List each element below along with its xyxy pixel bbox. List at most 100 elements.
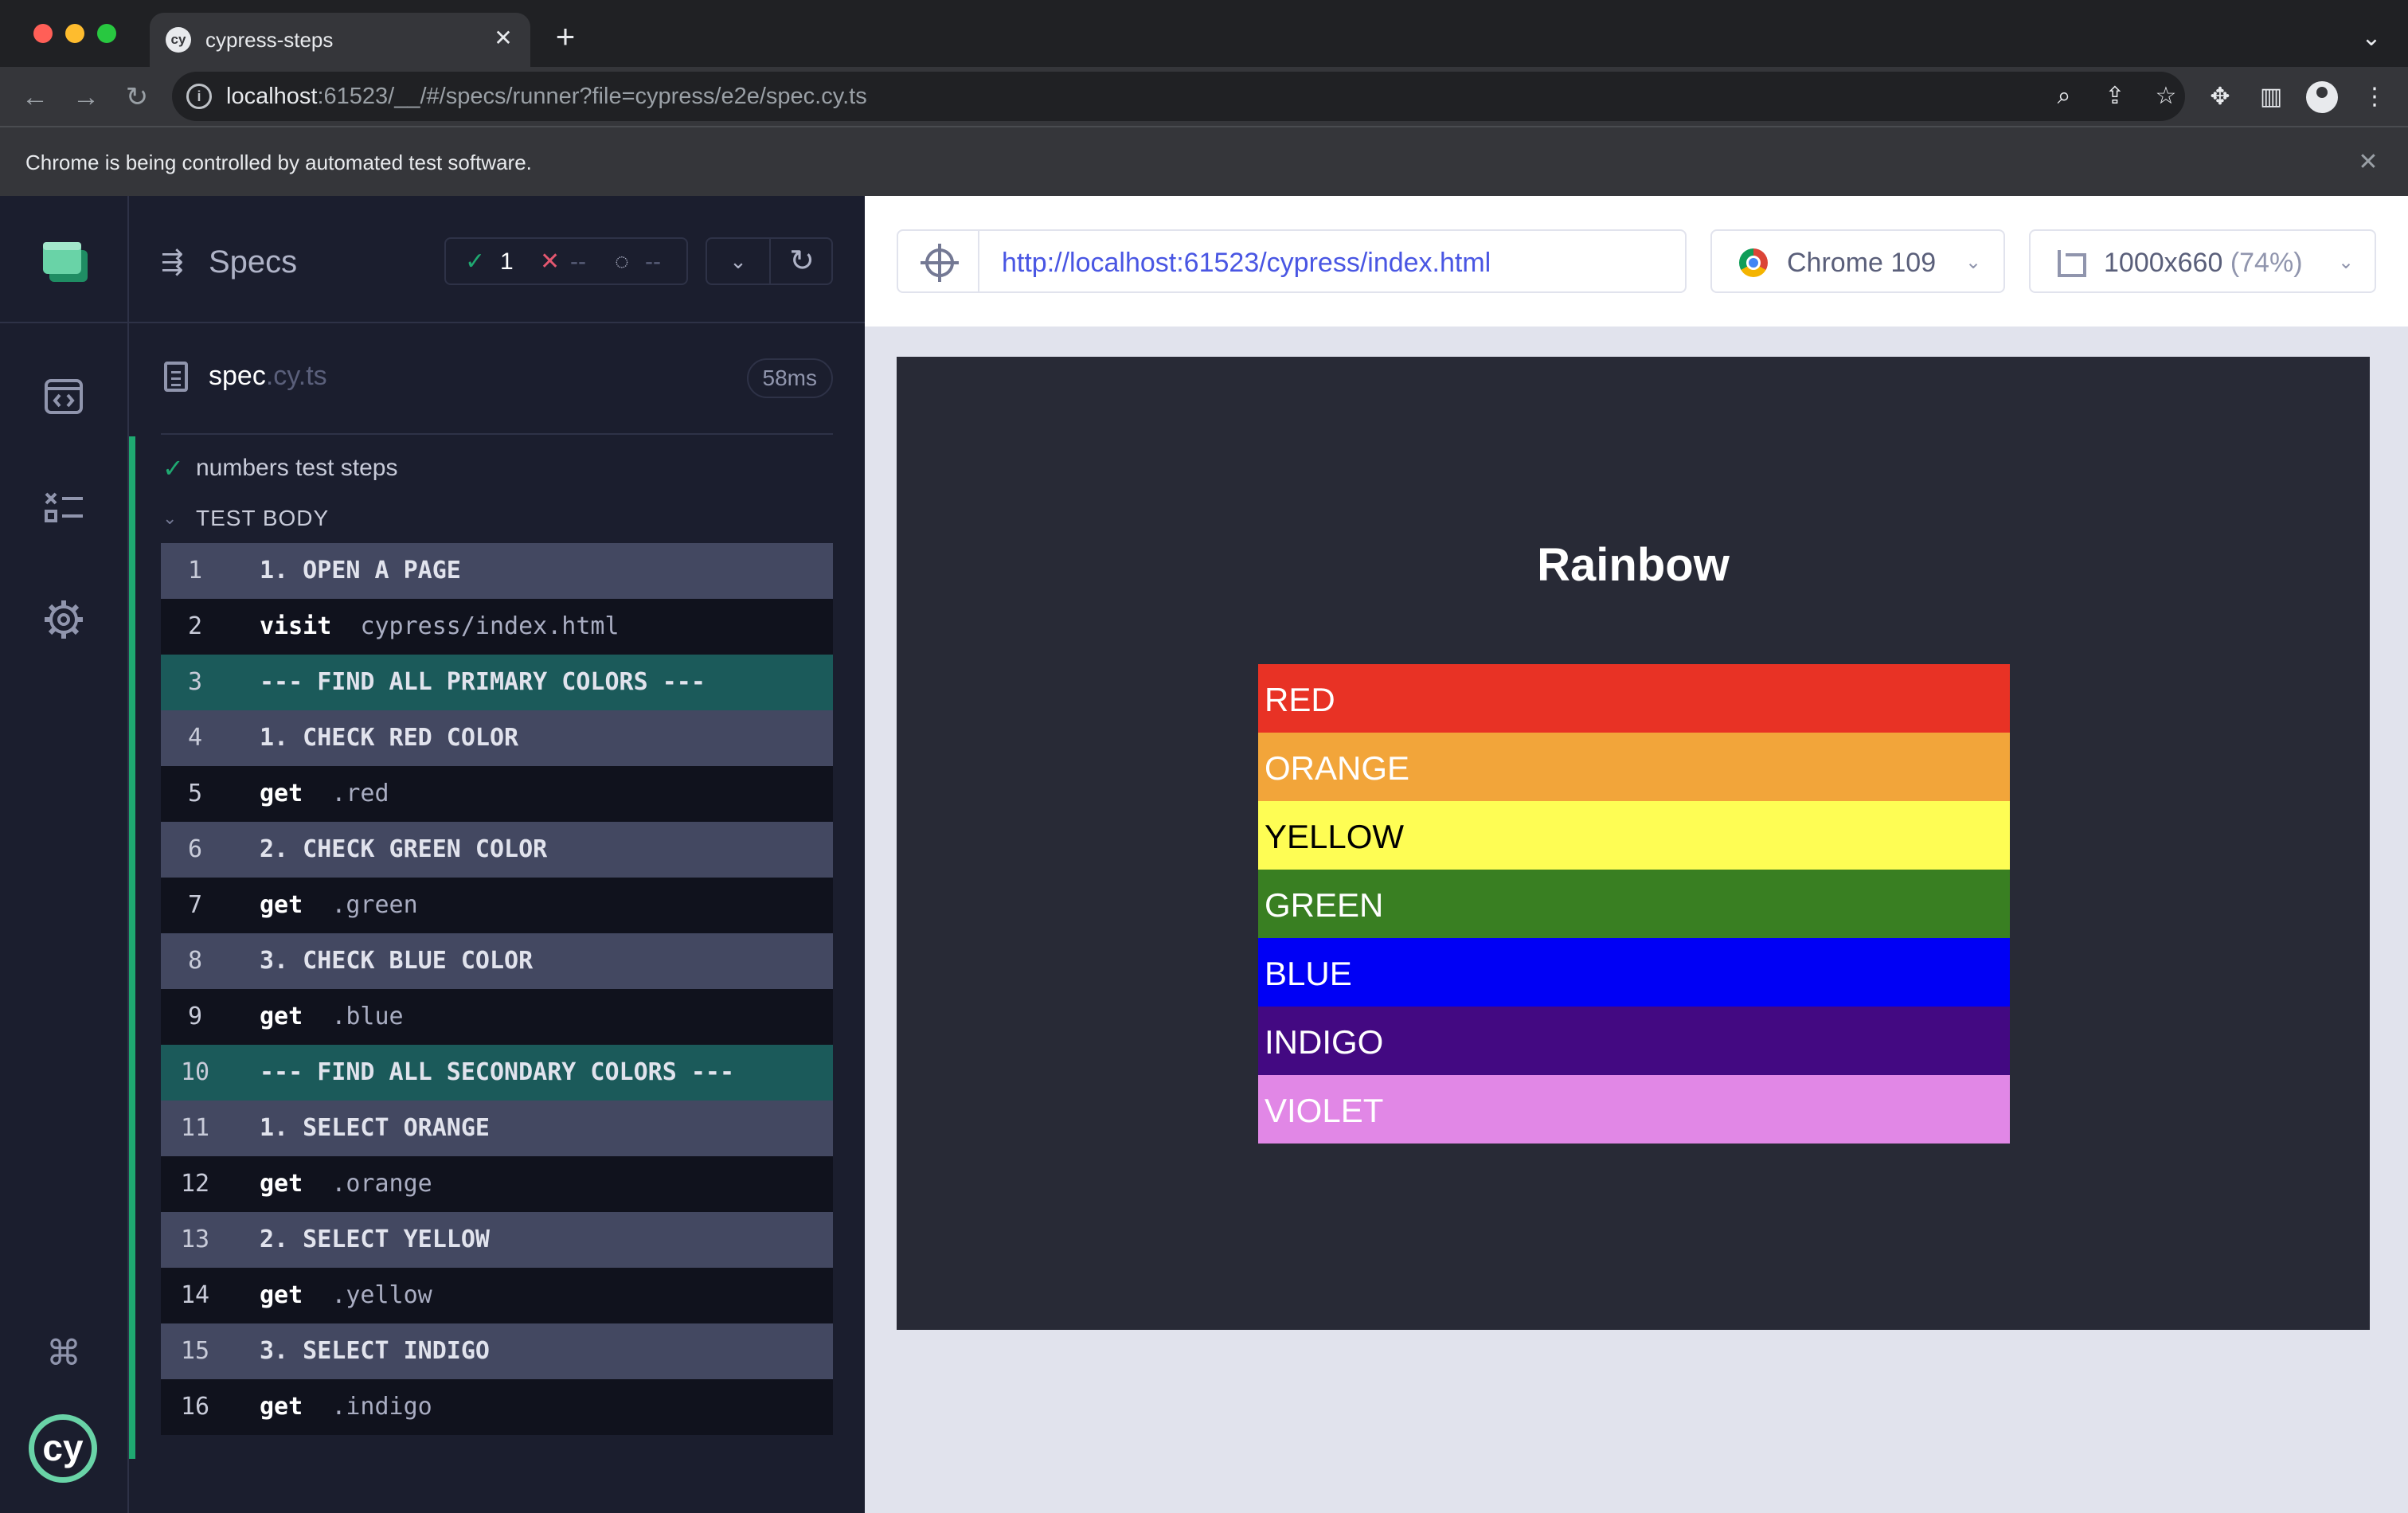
collapse-chevron-icon[interactable]: ⌄ xyxy=(162,506,177,530)
browser-label: Chrome 109 xyxy=(1787,248,1937,278)
step-label: 1. OPEN A PAGE xyxy=(260,557,461,584)
browser-selector[interactable]: Chrome 109 ⌄ xyxy=(1710,229,2005,293)
command-number: 11 xyxy=(180,1114,210,1142)
command-number: 1 xyxy=(187,557,203,584)
cypress-logo-icon[interactable]: cy xyxy=(29,1414,97,1483)
command-message: get .blue xyxy=(260,989,404,1045)
command-row[interactable]: 2 visit cypress/index.html xyxy=(161,599,833,655)
zoom-icon[interactable]: ⌕ xyxy=(2050,82,2078,111)
command-number: 12 xyxy=(180,1170,210,1198)
window-close-button[interactable] xyxy=(33,24,53,43)
command-row[interactable]: 9 get .blue xyxy=(161,989,833,1045)
step-group-row[interactable]: 3 --- FIND ALL PRIMARY COLORS --- xyxy=(161,655,833,710)
rainbow-band-indigo: INDIGO xyxy=(1258,1007,2010,1075)
bookmark-star-icon[interactable]: ☆ xyxy=(2152,82,2180,111)
reporter-controls: ⌄ ↻ xyxy=(706,237,833,285)
page-title: Rainbow xyxy=(1537,539,1730,591)
command-row[interactable]: 5 get .red xyxy=(161,766,833,822)
restart-icon[interactable]: ↻ xyxy=(782,244,822,279)
step-row[interactable]: 15 3. SELECT INDIGO xyxy=(161,1323,833,1379)
command-name: get xyxy=(260,1170,303,1198)
command-message: get .orange xyxy=(260,1156,432,1212)
test-title[interactable]: numbers test steps xyxy=(196,454,397,483)
command-row[interactable]: 7 get .green xyxy=(161,878,833,933)
command-number: 2 xyxy=(187,612,203,640)
address-url[interactable]: localhost:61523/__/#/specs/runner?file=c… xyxy=(226,83,867,110)
command-name: get xyxy=(260,1003,303,1030)
command-arg: .green xyxy=(331,891,418,919)
address-bar[interactable]: i localhost:61523/__/#/specs/runner?file… xyxy=(172,72,2185,121)
command-number: 8 xyxy=(187,947,203,975)
command-row[interactable]: 12 get .orange xyxy=(161,1156,833,1212)
browser-tab-strip: cy cypress-steps ✕ + ⌄ xyxy=(0,0,2408,67)
forward-arrow-icon[interactable]: → xyxy=(68,80,104,115)
command-row[interactable]: 16 get .indigo xyxy=(161,1379,833,1435)
tab-favicon-icon: cy xyxy=(166,27,191,53)
band-label: YELLOW xyxy=(1265,818,1405,855)
step-row[interactable]: 13 2. SELECT YELLOW xyxy=(161,1212,833,1268)
passed-count: 1 xyxy=(500,248,514,275)
extensions-puzzle-icon[interactable]: ✥ xyxy=(2203,80,2238,115)
spec-file-name[interactable]: spec.cy.ts xyxy=(209,360,327,392)
site-info-icon[interactable]: i xyxy=(186,84,212,109)
new-tab-button[interactable]: + xyxy=(549,20,581,53)
step-row[interactable]: 8 3. CHECK BLUE COLOR xyxy=(161,933,833,989)
window-zoom-button[interactable] xyxy=(97,24,116,43)
document-icon xyxy=(164,362,188,392)
specs-code-icon[interactable] xyxy=(40,373,88,420)
test-passed-check-icon: ✓ xyxy=(162,454,184,483)
browser-tab[interactable]: cy cypress-steps ✕ xyxy=(150,13,530,67)
reload-icon[interactable]: ↻ xyxy=(119,80,154,115)
project-icon[interactable] xyxy=(0,196,127,323)
band-label: GREEN xyxy=(1265,886,1384,924)
pending-count: -- xyxy=(645,248,661,275)
test-body-label[interactable]: TEST BODY xyxy=(196,505,329,532)
chevron-down-icon[interactable]: ⌄ xyxy=(718,244,758,279)
spec-file-header: spec.cy.ts 58ms xyxy=(161,323,833,435)
tab-search-chevron-icon[interactable]: ⌄ xyxy=(2355,22,2387,54)
step-row[interactable]: 1 1. OPEN A PAGE xyxy=(161,543,833,599)
specs-title[interactable]: Specs xyxy=(209,244,297,280)
reporter-header: ⇶ Specs ✓ 1 ✕ -- ◌ -- ⌄ ↻ xyxy=(129,196,865,323)
controls-divider xyxy=(769,239,771,283)
failed-count: -- xyxy=(570,248,586,275)
aut-url[interactable]: http://localhost:61523/cypress/index.htm… xyxy=(1002,247,1491,279)
command-number: 14 xyxy=(180,1281,210,1309)
step-group-row[interactable]: 10 --- FIND ALL SECONDARY COLORS --- xyxy=(161,1045,833,1101)
rainbow-band-orange: ORANGE xyxy=(1258,733,2010,801)
crosshair-icon xyxy=(921,244,959,282)
viewport-label: 1000x660 (74%) xyxy=(2104,248,2303,278)
aut-url-field[interactable]: http://localhost:61523/cypress/index.htm… xyxy=(978,229,1687,293)
rainbow-band-green: GREEN xyxy=(1258,870,2010,938)
band-label: VIOLET xyxy=(1265,1092,1384,1129)
keyboard-shortcuts-icon[interactable]: ⌘ xyxy=(40,1330,88,1378)
profile-avatar-icon[interactable] xyxy=(2306,81,2338,113)
infobar-close-icon[interactable]: ✕ xyxy=(2352,147,2384,178)
command-name: get xyxy=(260,780,303,807)
step-row[interactable]: 4 1. CHECK RED COLOR xyxy=(161,710,833,766)
selector-playground-button[interactable] xyxy=(897,229,979,293)
command-number: 13 xyxy=(180,1226,210,1253)
side-panel-icon[interactable]: ▥ xyxy=(2254,80,2289,115)
rainbow-list: RED ORANGE YELLOW GREEN BLUE INDIGO VIOLET xyxy=(1258,664,2010,1144)
infobar-message: Chrome is being controlled by automated … xyxy=(25,151,532,174)
command-arg: .blue xyxy=(331,1003,404,1030)
runs-list-icon[interactable] xyxy=(40,484,88,532)
app-under-test-panel: http://localhost:61523/cypress/index.htm… xyxy=(865,196,2408,1513)
pending-spinner-icon: ◌ xyxy=(615,248,629,275)
share-icon[interactable]: ⇪ xyxy=(2101,82,2129,111)
back-arrow-icon[interactable]: ← xyxy=(18,80,53,115)
step-row[interactable]: 11 1. SELECT ORANGE xyxy=(161,1101,833,1156)
command-arg: .orange xyxy=(331,1170,432,1198)
command-message: visit cypress/index.html xyxy=(260,599,620,655)
tab-close-icon[interactable]: ✕ xyxy=(487,22,519,54)
command-row[interactable]: 14 get .yellow xyxy=(161,1268,833,1323)
viewport-selector[interactable]: 1000x660 (74%) ⌄ xyxy=(2029,229,2376,293)
command-number: 16 xyxy=(180,1393,210,1421)
band-label: INDIGO xyxy=(1265,1023,1384,1061)
specs-list-icon[interactable]: ⇶ xyxy=(161,248,193,276)
step-row[interactable]: 6 2. CHECK GREEN COLOR xyxy=(161,822,833,878)
window-minimize-button[interactable] xyxy=(65,24,84,43)
chrome-menu-icon[interactable]: ⋮ xyxy=(2357,80,2392,115)
settings-gear-icon[interactable] xyxy=(40,596,88,643)
